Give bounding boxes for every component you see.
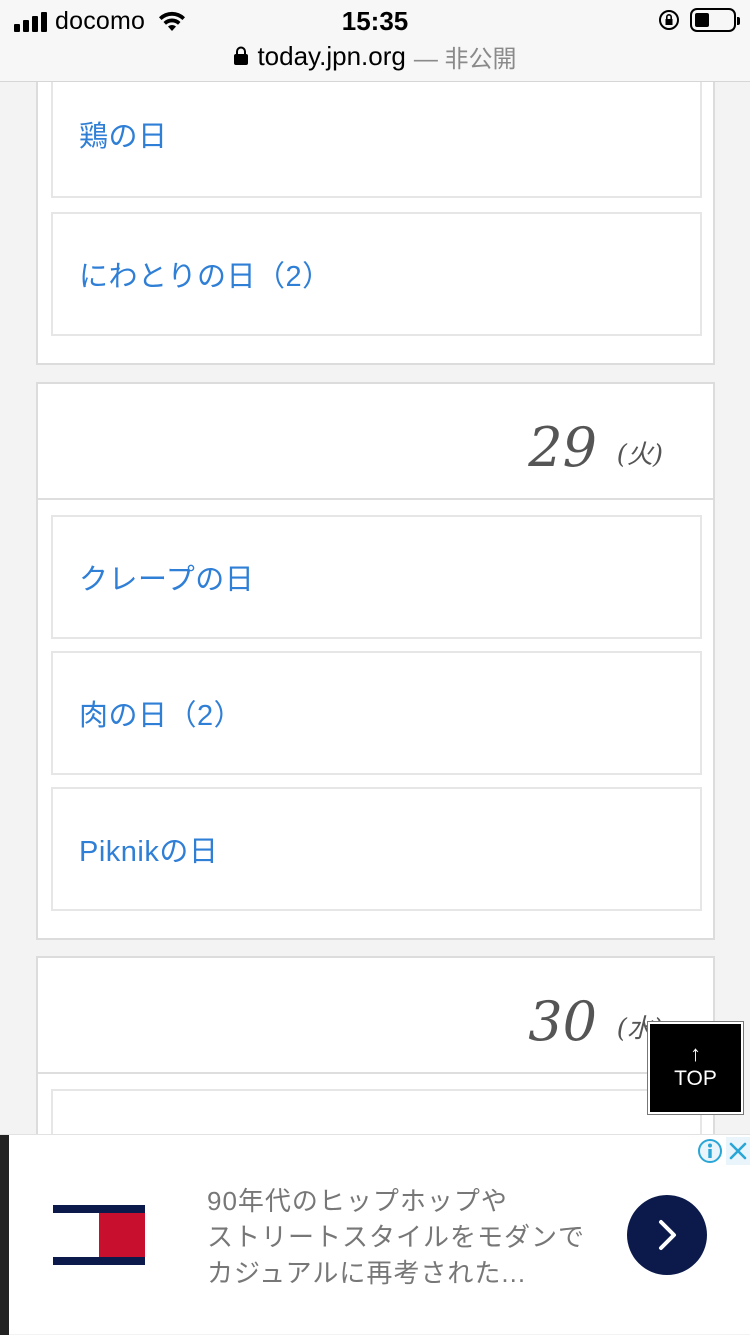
ad-close-icon[interactable]	[726, 1137, 750, 1165]
event-link[interactable]: クレープの日	[51, 515, 702, 639]
page-content: 鶏の日 にわとりの日（2） 29 (火) クレープの日 肉の日（2） Pikni…	[0, 82, 750, 1134]
ad-text-line: カジュアルに再考された...	[207, 1258, 527, 1288]
event-link[interactable]	[51, 1089, 702, 1134]
status-bar: docomo 15:35 today.jpn.org — 非公開	[0, 0, 750, 82]
event-link[interactable]: 鶏の日	[51, 82, 702, 198]
event-link[interactable]: にわとりの日（2）	[51, 212, 702, 336]
top-label: TOP	[674, 1067, 717, 1090]
day-card: 30 (水)	[36, 956, 715, 1134]
day-number: 30	[528, 990, 597, 1053]
url-bar[interactable]: today.jpn.org — 非公開	[0, 38, 750, 74]
day-card: 鶏の日 にわとりの日（2）	[36, 82, 715, 365]
day-header: 29 (火)	[38, 384, 713, 500]
url-host: today.jpn.org	[257, 40, 406, 71]
battery-icon	[690, 8, 740, 32]
day-number: 29	[528, 416, 597, 479]
day-card: 29 (火) クレープの日 肉の日（2） Piknikの日	[36, 382, 715, 940]
ad-text-line: 90年代のヒップホップや	[207, 1186, 508, 1216]
back-to-top-button[interactable]: ↑ TOP	[647, 1021, 744, 1115]
ad-edge	[0, 1135, 9, 1335]
brand-flag-logo	[53, 1205, 145, 1265]
status-right	[658, 6, 740, 34]
event-link[interactable]: Piknikの日	[51, 787, 702, 911]
ad-info-icon[interactable]	[696, 1137, 724, 1165]
ad-text-line: ストリートスタイルをモダンで	[207, 1222, 586, 1252]
ad-text[interactable]: 90年代のヒップホップや ストリートスタイルをモダンで カジュアルに再考された.…	[207, 1183, 597, 1291]
event-link[interactable]: 肉の日（2）	[51, 651, 702, 775]
day-header: 30 (水)	[38, 958, 713, 1074]
padlock-icon	[234, 46, 249, 65]
rotation-lock-icon	[659, 10, 679, 30]
up-arrow-icon: ↑	[690, 1041, 701, 1066]
ad-banner[interactable]: 90年代のヒップホップや ストリートスタイルをモダンで カジュアルに再考された.…	[0, 1134, 750, 1335]
ad-cta-button[interactable]	[627, 1195, 707, 1275]
day-weekday: (火)	[616, 440, 663, 470]
chevron-right-icon	[659, 1220, 676, 1250]
url-privacy-label: — 非公開	[413, 45, 517, 73]
status-time: 15:35	[341, 6, 409, 36]
